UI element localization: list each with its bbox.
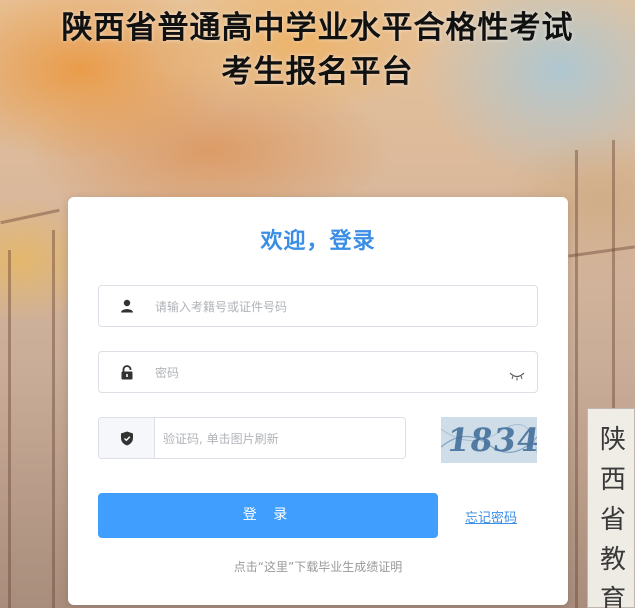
shield-icon: [99, 418, 155, 458]
account-placeholder: 请输入考籍号或证件号码: [155, 299, 288, 314]
account-field[interactable]: 请输入考籍号或证件号码: [98, 285, 538, 327]
captcha-image[interactable]: 1834: [441, 417, 537, 463]
page-title: 陕西省普通高中学业水平合格性考试 考生报名平台: [0, 6, 635, 94]
forgot-password-link[interactable]: 忘记密码: [465, 507, 517, 526]
password-placeholder: 密码: [155, 365, 180, 380]
lock-icon: [99, 364, 155, 380]
login-button[interactable]: 登 录: [98, 493, 438, 538]
captcha-text: 1834: [444, 421, 537, 459]
eye-closed-icon[interactable]: [509, 366, 525, 385]
page-title-line2: 考生报名平台: [221, 54, 414, 90]
captcha-placeholder: 验证码, 单击图片刷新: [163, 431, 279, 446]
user-icon: [99, 299, 155, 313]
welcome-heading: 欢迎，登录: [260, 229, 376, 254]
login-card: 欢迎，登录 请输入考籍号或证件号码 密码 验证码, 单击图片刷新 1834 登 …: [68, 197, 568, 605]
captcha-field[interactable]: 验证码, 单击图片刷新: [98, 417, 406, 459]
password-field[interactable]: 密码: [98, 351, 538, 393]
download-certificate-link[interactable]: 点击“这里”下载毕业生成绩证明: [68, 558, 568, 575]
decorative-calligraphy-panel: 陕 西 省 教 育: [587, 408, 635, 608]
page-title-line1: 陕西省普通高中学业水平合格性考试: [61, 10, 574, 46]
